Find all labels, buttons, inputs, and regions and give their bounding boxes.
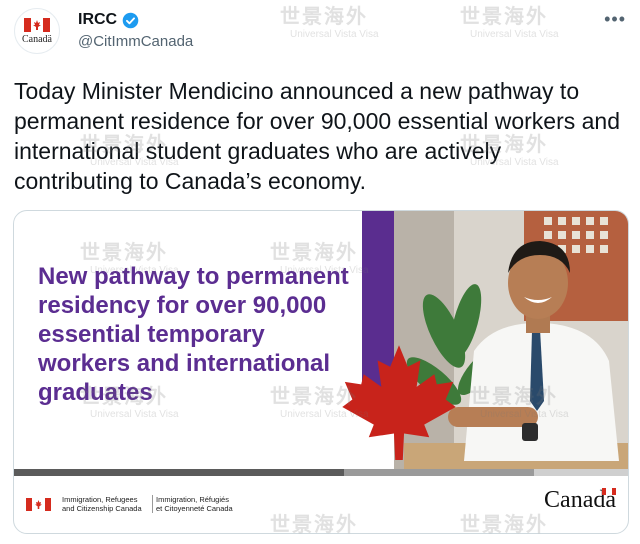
more-options-icon[interactable]: •••	[604, 9, 626, 30]
canada-flag-icon	[24, 17, 50, 32]
wordmark-flag-icon	[602, 488, 616, 495]
tweet-text: Today Minister Mendicino announced a new…	[14, 78, 621, 194]
account-avatar[interactable]: Canadä	[14, 8, 60, 54]
avatar-wordmark: Canadä	[22, 33, 52, 45]
divider-strip	[534, 469, 628, 476]
government-flag-icon	[26, 498, 51, 511]
watermark: 世景海外 Universal Vista Visa	[280, 6, 379, 40]
verified-badge-icon	[122, 12, 139, 28]
divider-strip	[344, 469, 534, 476]
media-card[interactable]: New pathway to permanent residency for o…	[13, 210, 629, 534]
card-headline: New pathway to permanent residency for o…	[38, 263, 349, 406]
divider-strip	[14, 469, 344, 476]
department-name-fr: Immigration, Réfugiés et Citoyenneté Can…	[152, 495, 256, 513]
department-name-en: Immigration, Refugees and Citizenship Ca…	[62, 495, 142, 513]
user-handle[interactable]: @CitImmCanada	[78, 33, 193, 50]
maple-leaf-icon	[342, 345, 456, 460]
watermark: 世景海外 Universal Vista Visa	[460, 6, 559, 40]
display-name[interactable]: IRCC	[78, 11, 117, 29]
